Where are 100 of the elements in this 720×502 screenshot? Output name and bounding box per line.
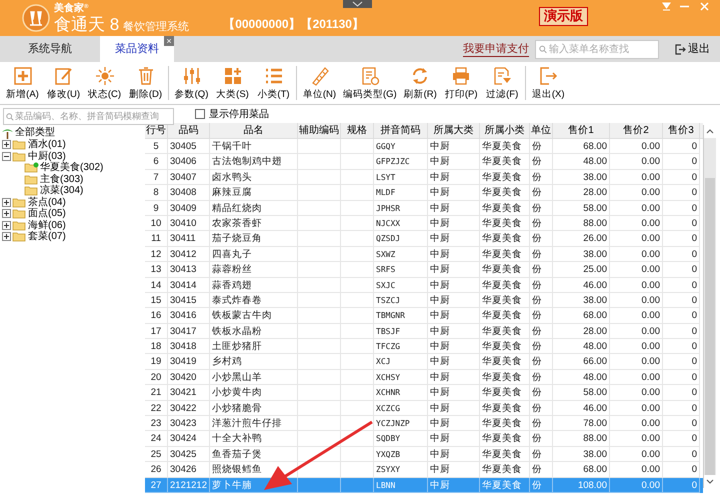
tree-item[interactable]: 中厨(03): [28, 150, 66, 162]
toolbar-button[interactable]: 小类(T): [253, 63, 294, 103]
toolbar-button[interactable]: 退出(X): [528, 63, 569, 103]
table-row[interactable]: 8 30408 麻辣豆腐 MLDF 中厨 华夏美食 份 28.00 0.00 0: [145, 185, 703, 201]
palm-tree-icon: [2, 128, 13, 138]
toolbar-button[interactable]: 大类(S): [212, 63, 253, 103]
exit-button[interactable]: 退出: [675, 40, 710, 58]
table-cell: 30417: [170, 326, 196, 337]
table-row[interactable]: 21 30421 小炒黄牛肉 XCHNR 中厨 华夏美食 份 58.00 0.00 0: [145, 385, 703, 401]
column-header[interactable]: 规格: [341, 123, 374, 138]
toolbar-button[interactable]: 刷新(R): [400, 63, 441, 103]
tree-item[interactable]: 主食(303): [40, 174, 84, 185]
table-row[interactable]: 10 30410 农家茶香虾 NJCXX 中厨 华夏美食 份 88.00 0.00 0: [145, 216, 703, 232]
toolbar-button[interactable]: 单位(N): [299, 63, 340, 103]
toolbar-button[interactable]: 删除(D): [125, 63, 166, 103]
tree-item[interactable]: 海鲜(06): [28, 220, 66, 231]
apply-payment-link[interactable]: 我要申请支付: [463, 42, 529, 56]
expand-toggle-icon[interactable]: [2, 232, 11, 242]
tree-item[interactable]: 全部类型: [15, 127, 55, 139]
tree-item[interactable]: 茶点(04): [28, 196, 66, 208]
table-cell: 0.00: [642, 187, 660, 198]
dropdown-tab-icon[interactable]: [343, 0, 372, 8]
column-header[interactable]: 品名: [210, 123, 298, 138]
column-header[interactable]: 售价2: [610, 123, 663, 138]
toolbar-button[interactable]: 参数(Q): [171, 63, 212, 103]
tree-item[interactable]: 华夏美食(302): [40, 162, 104, 174]
table-row[interactable]: 7 30407 卤水鸭头 LSYT 中厨 华夏美食 份 38.00 0.00 0: [145, 170, 703, 186]
table-row[interactable]: 9 30409 精品红烧肉 JPHSR 中厨 华夏美食 份 58.00 0.00 0: [145, 200, 703, 216]
column-header[interactable]: 品码: [168, 123, 210, 138]
table-row[interactable]: 6 30406 古法饱制鸡中翅 GFPZJZC 中厨 华夏美食 份 48.00 0.00 0: [145, 154, 703, 170]
item-search-field[interactable]: 菜品编码、名称、拼音简码模糊查询: [3, 108, 174, 125]
table-row[interactable]: 20 30420 小炒黑山羊 XCHSY 中厨 华夏美食 份 48.00 0.00 0: [145, 370, 703, 386]
expand-toggle-icon[interactable]: [2, 140, 11, 150]
column-header[interactable]: 售价3: [663, 123, 700, 138]
tree-item[interactable]: 套菜(07): [28, 231, 66, 242]
table-cell: 27: [150, 480, 162, 491]
toolbar-button[interactable]: 过滤(F): [482, 63, 523, 103]
table-row[interactable]: 23 30423 洋葱汁煎牛仔排 YCZJNZP 中厨 华夏美食 份 78.00 0.00 0: [145, 416, 703, 432]
plus-icon: [12, 66, 32, 86]
tab[interactable]: 系统导航: [0, 36, 100, 62]
ruler-icon: [310, 66, 330, 86]
table-row[interactable]: 18 30418 土匪炒猪肝 TFCZG 中厨 华夏美食 份 48.00 0.00 0: [145, 339, 703, 354]
table-cell: 四喜丸子: [212, 248, 252, 260]
table-row[interactable]: 19 30419 乡村鸡 XCJ 中厨 华夏美食 份 66.00 0.00 0: [145, 354, 703, 370]
table-cell: 份: [532, 387, 542, 398]
column-header[interactable]: 售价1: [553, 123, 610, 138]
expand-toggle-icon[interactable]: [2, 198, 11, 207]
table-cell: 份: [532, 310, 542, 322]
tree-item[interactable]: 凉菜(304): [40, 185, 84, 196]
table-row[interactable]: 12 30412 四喜丸子 SXWZ 中厨 华夏美食 份 38.00 0.00 0: [145, 246, 703, 262]
table-row[interactable]: 13 30413 蒜蓉粉丝 SRFS 中厨 华夏美食 份 25.00 0.00 0: [145, 262, 703, 278]
menu-search-field[interactable]: 输入菜单名称查找: [535, 40, 659, 58]
collapse-toggle-icon[interactable]: [2, 152, 11, 161]
table-cell: 华夏美食: [482, 387, 522, 398]
column-header[interactable]: 单位: [530, 123, 553, 138]
table-row[interactable]: 17 30417 铁板水晶粉 TBSJF 中厨 华夏美食 份 28.00 0.00 0: [145, 324, 703, 340]
table-cell: 0: [692, 480, 697, 491]
table-row[interactable]: 16 30416 铁板蒙古牛肉 TBMGNR 中厨 华夏美食 份 68.00 0.00 0: [145, 308, 703, 324]
scroll-thumb[interactable]: [705, 178, 715, 475]
column-header[interactable]: 行号: [145, 123, 168, 138]
table-cell: 7: [153, 172, 159, 183]
close-tab-button[interactable]: ×: [164, 36, 174, 46]
toolbar-button[interactable]: 编码类型(G): [340, 63, 400, 103]
table-cell: 30418: [170, 341, 196, 352]
column-header[interactable]: 辅助编码: [298, 123, 341, 138]
table-cell: 古法饱制鸡中翅: [212, 156, 282, 168]
column-header[interactable]: 所属大类: [428, 123, 480, 138]
expand-toggle-icon[interactable]: [2, 220, 11, 230]
table-row[interactable]: 26 30426 照烧银鳕鱼 ZSYXY 中厨 华夏美食 份 68.00 0.00 0: [145, 462, 703, 478]
table-cell: 份: [532, 218, 542, 229]
table-cell: 华夏美食: [482, 448, 522, 460]
search-icon: [539, 44, 548, 54]
table-cell: 土匪炒猪肝: [212, 341, 262, 352]
toolbar-button[interactable]: 修改(U): [43, 63, 84, 103]
table-cell: 0.00: [642, 448, 660, 460]
expand-toggle-icon[interactable]: [2, 209, 11, 218]
column-header[interactable]: 所属小类: [480, 123, 530, 138]
table-cell: GGQY: [376, 142, 396, 151]
table-row[interactable]: 24 30424 十全大补鸭 SQDBY 中厨 华夏美食 份 88.00 0.00 0: [145, 431, 703, 447]
tree-item[interactable]: 酒水(01): [28, 139, 66, 150]
table-cell: 华夏美食: [482, 264, 522, 276]
table-row[interactable]: 22 30422 小炒猪脆骨 XCZCG 中厨 华夏美食 份 46.00 0.00 0: [145, 400, 703, 416]
column-header[interactable]: 拼音简码: [374, 123, 428, 138]
table-row[interactable]: 25 30425 鱼香茄子煲 YXQZB 中厨 华夏美食 份 38.00 0.00 0: [145, 446, 703, 462]
table-cell: 麻辣豆腐: [212, 187, 252, 198]
toolbar-button[interactable]: 新增(A): [2, 63, 43, 103]
table-row[interactable]: 14 30414 蒜香鸡翅 SXJC 中厨 华夏美食 份 46.00 0.00 0: [145, 278, 703, 293]
tab[interactable]: 菜品资料 ×: [100, 36, 174, 62]
table-cell: 30411: [170, 233, 196, 244]
tree-item[interactable]: 面点(05): [28, 208, 66, 220]
table-cell: 份: [532, 172, 542, 183]
table-row[interactable]: 11 30411 茄子烧豆角 QZSDJ 中厨 华夏美食 份 26.00 0.00 0: [145, 231, 703, 247]
table-cell: GFPZJZC: [376, 157, 410, 166]
table-cell: 0: [692, 464, 697, 476]
table-row[interactable]: 5 30405 干锅千叶 GGQY 中厨 华夏美食 份 68.00 0.00 0: [145, 139, 703, 154]
table-cell: 华夏美食: [482, 418, 522, 430]
toolbar-button[interactable]: 状态(C): [84, 63, 125, 103]
toolbar-button[interactable]: 打印(P): [440, 63, 482, 103]
table-row[interactable]: 15 30415 泰式炸春卷 TSZCJ 中厨 华夏美食 份 38.00 0.00 0: [145, 292, 703, 308]
table-cell: 鱼香茄子煲: [212, 448, 262, 460]
